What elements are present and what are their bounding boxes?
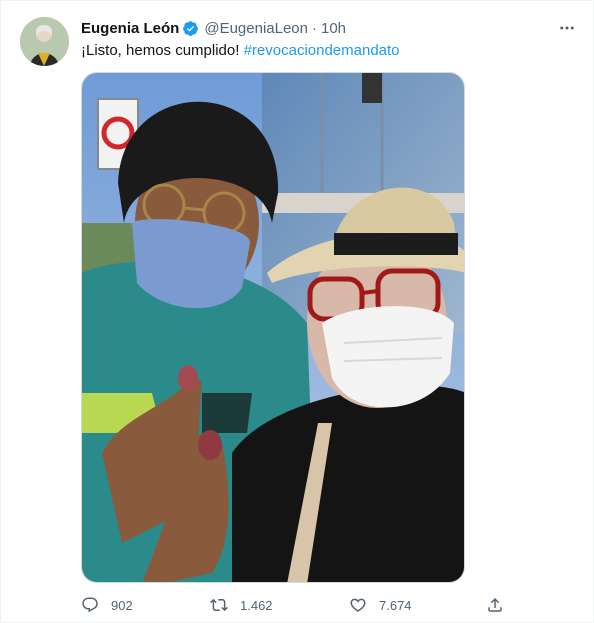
timestamp[interactable]: 10h — [321, 20, 346, 37]
like-count: 7.674 — [379, 597, 412, 613]
retweet-button[interactable]: 1.462 — [210, 596, 273, 614]
tweet-text: ¡Listo, hemos cumplido! #revocaciondeman… — [81, 41, 400, 61]
tweet-actions: 902 1.462 7.674 — [81, 596, 511, 616]
share-icon — [486, 596, 504, 614]
hashtag-link[interactable]: #revocaciondemandato — [244, 42, 400, 59]
photo-illustration — [82, 73, 464, 582]
separator-dot: · — [312, 19, 317, 37]
tweet-header: Eugenia León @EugeniaLeon · 10h — [81, 18, 346, 38]
author-name[interactable]: Eugenia León — [81, 20, 179, 37]
share-button[interactable] — [486, 596, 504, 614]
tweet-photo[interactable] — [81, 72, 465, 583]
reply-icon — [81, 596, 99, 614]
tweet-body: ¡Listo, hemos cumplido! — [81, 42, 244, 59]
like-button[interactable]: 7.674 — [349, 596, 412, 614]
reply-button[interactable]: 902 — [81, 596, 133, 614]
heart-icon — [349, 596, 367, 614]
verified-badge-icon — [182, 20, 199, 37]
tweet-card[interactable]: Eugenia León @EugeniaLeon · 10h ¡Listo, … — [0, 0, 594, 623]
retweet-count: 1.462 — [240, 597, 273, 613]
author-handle[interactable]: @EugeniaLeon — [204, 20, 308, 37]
more-options-icon[interactable] — [555, 18, 579, 38]
avatar[interactable] — [20, 17, 69, 66]
retweet-icon — [210, 596, 228, 614]
reply-count: 902 — [111, 597, 133, 613]
